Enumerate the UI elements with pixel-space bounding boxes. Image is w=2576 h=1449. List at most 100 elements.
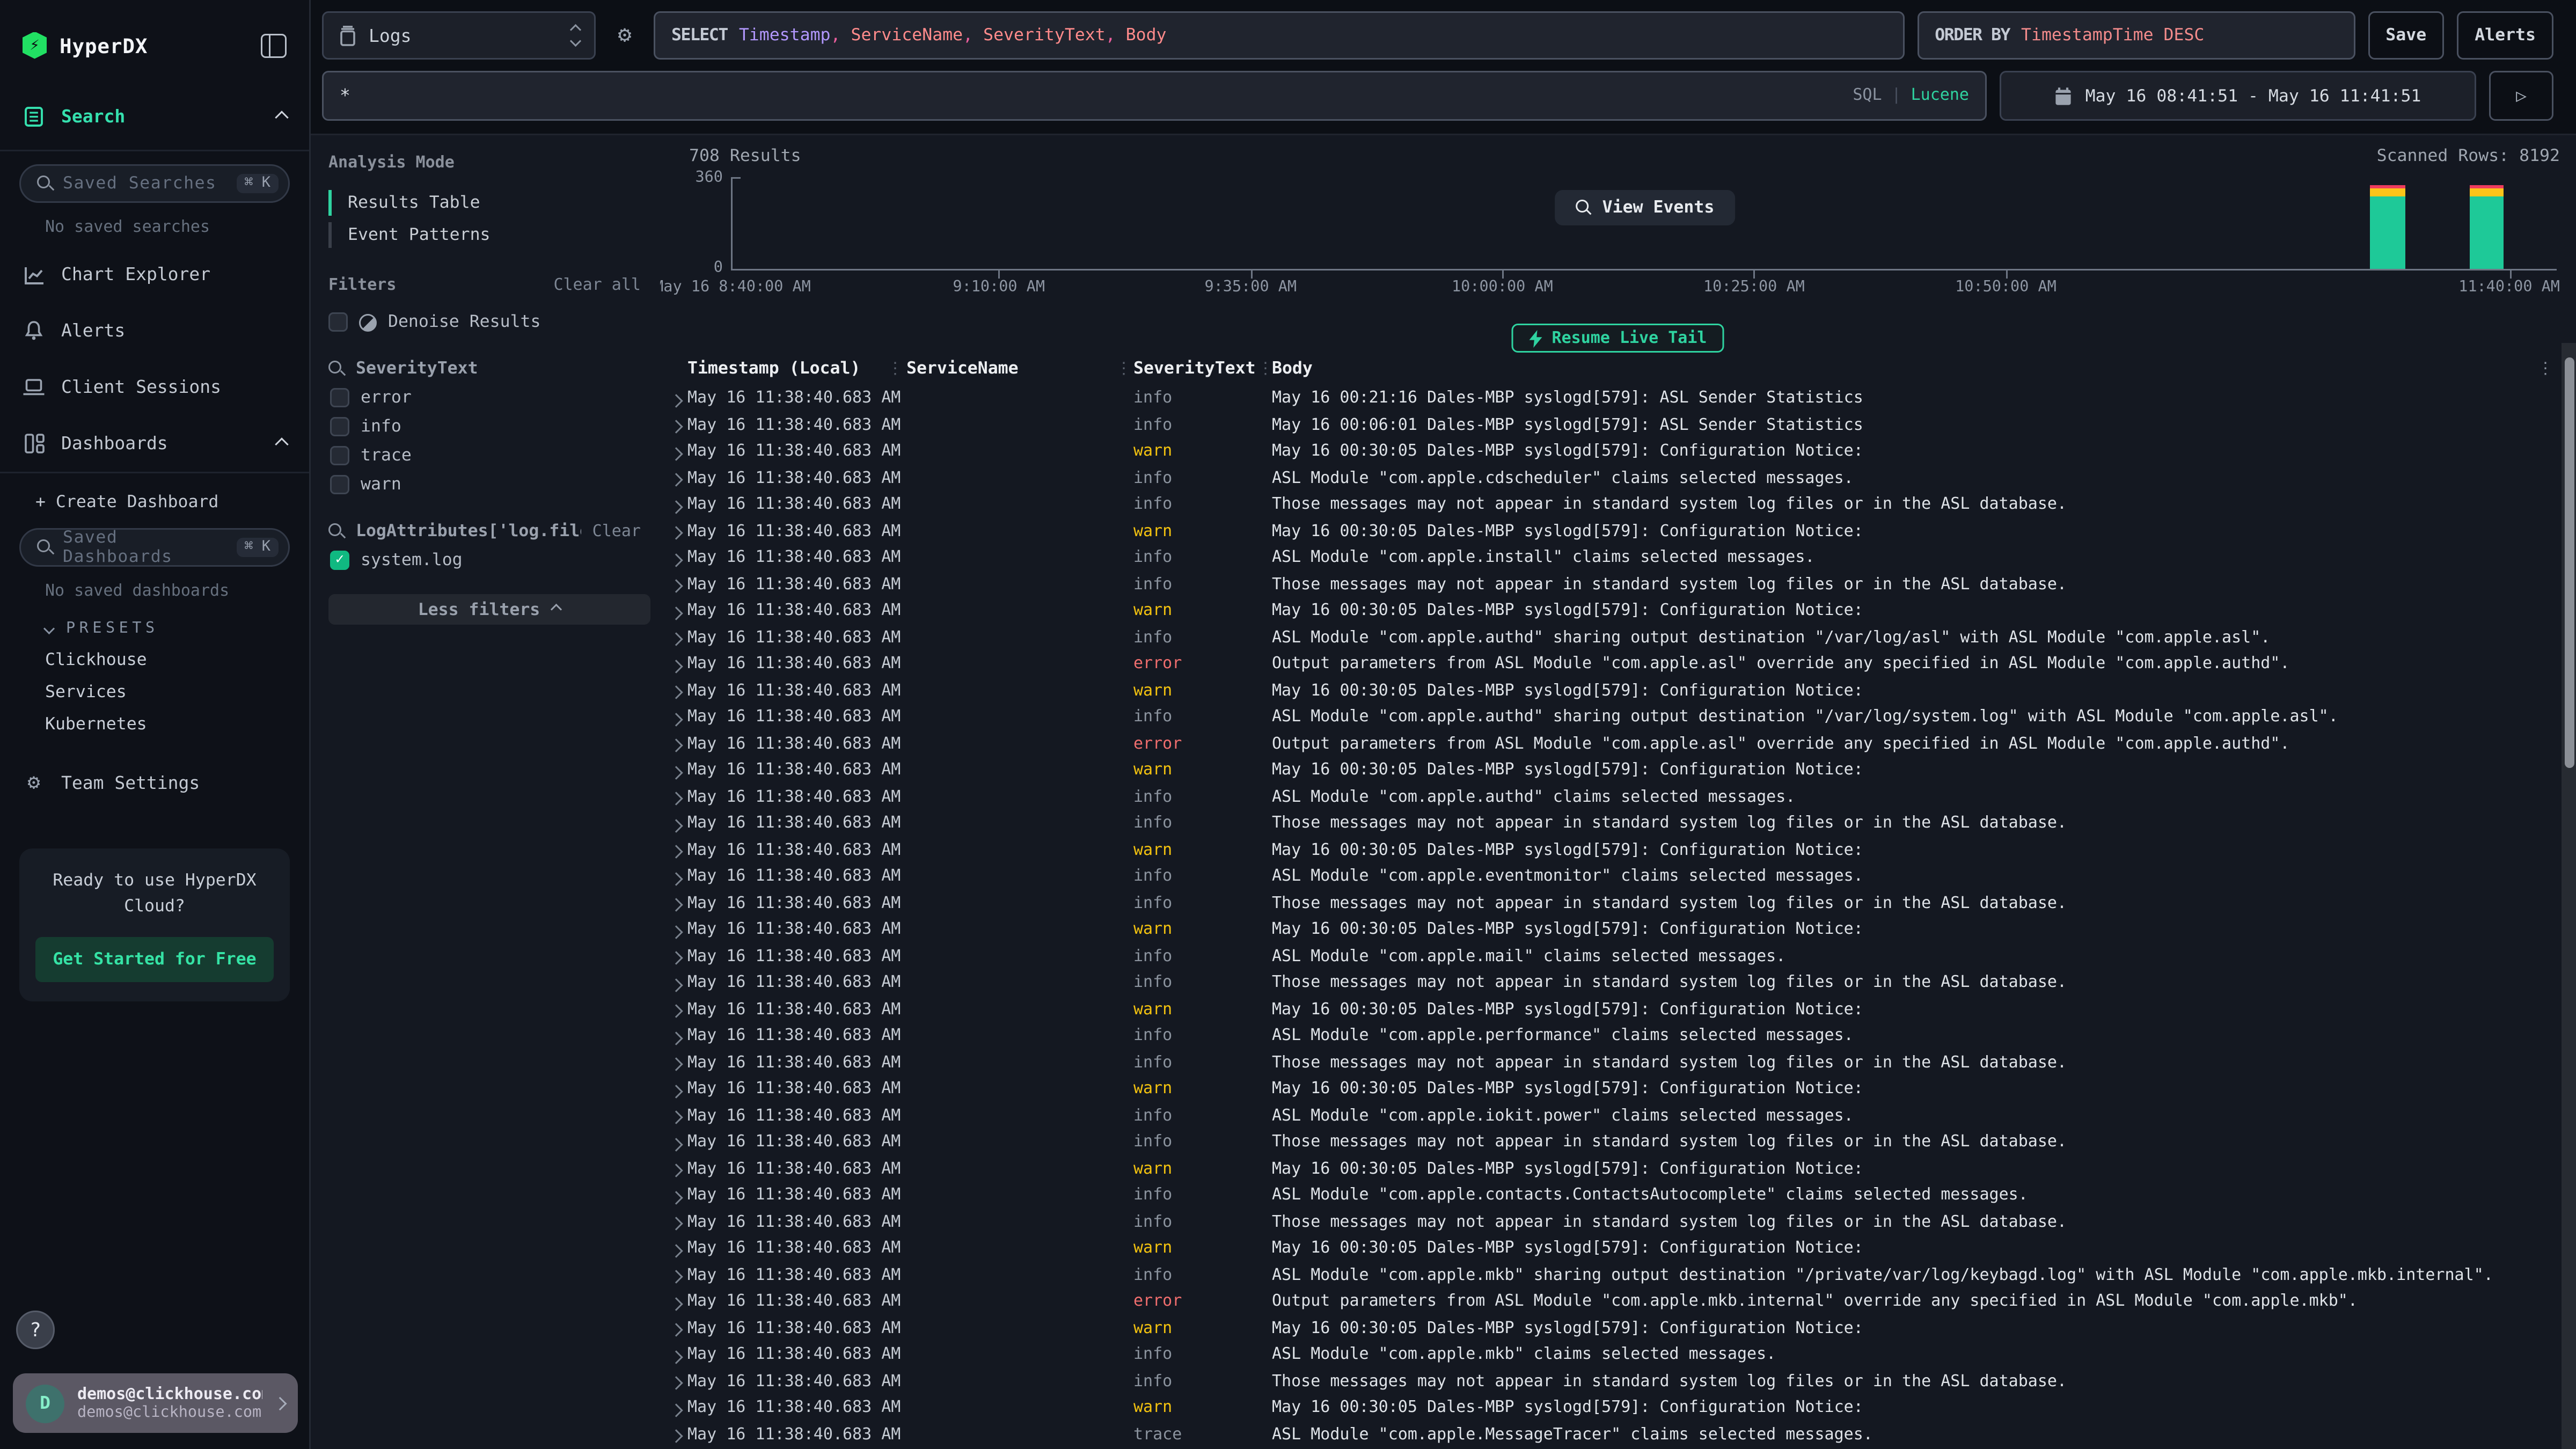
- table-row[interactable]: May 16 11:38:40.683 AM warn May 16 00:30…: [660, 519, 2562, 546]
- table-row[interactable]: May 16 11:38:40.683 AM info May 16 00:21…: [660, 386, 2562, 413]
- alerts-button[interactable]: Alerts: [2457, 11, 2553, 60]
- table-row[interactable]: May 16 11:38:40.683 AM info ASL Module "…: [660, 705, 2562, 732]
- denoise-toggle[interactable]: Denoise Results: [328, 312, 660, 332]
- table-row[interactable]: May 16 11:38:40.683 AM info Those messag…: [660, 971, 2562, 998]
- row-expand-chevron[interactable]: [669, 1190, 683, 1204]
- row-expand-chevron[interactable]: [669, 1403, 683, 1416]
- row-expand-chevron[interactable]: [669, 632, 683, 646]
- table-row[interactable]: May 16 11:38:40.683 AM warn May 16 00:30…: [660, 1396, 2562, 1423]
- select-clause-input[interactable]: SELECT Timestamp, ServiceName, SeverityT…: [654, 11, 1904, 60]
- table-row[interactable]: May 16 11:38:40.683 AM info Those messag…: [660, 1210, 2562, 1237]
- preset-dashboard-item[interactable]: Services: [0, 676, 309, 708]
- table-options-icon[interactable]: ⋮: [2537, 361, 2553, 378]
- help-button[interactable]: ?: [16, 1311, 55, 1349]
- table-row[interactable]: May 16 11:38:40.683 AM warn May 16 00:30…: [660, 599, 2562, 626]
- row-expand-chevron[interactable]: [669, 1270, 683, 1283]
- row-expand-chevron[interactable]: [669, 420, 683, 433]
- resume-live-tail-button[interactable]: Resume Live Tail: [1512, 324, 1725, 353]
- create-dashboard-button[interactable]: + Create Dashboard: [0, 480, 309, 522]
- filter-checkbox[interactable]: ✓: [330, 551, 349, 570]
- row-expand-chevron[interactable]: [669, 712, 683, 726]
- row-expand-chevron[interactable]: [669, 845, 683, 858]
- presets-header[interactable]: PRESETS: [0, 604, 309, 644]
- row-expand-chevron[interactable]: [669, 500, 683, 513]
- row-expand-chevron[interactable]: [669, 1429, 683, 1443]
- run-query-button[interactable]: ▷: [2489, 71, 2553, 121]
- row-expand-chevron[interactable]: [669, 1031, 683, 1044]
- sidebar-item-team-settings[interactable]: ⚙ Team Settings: [0, 760, 309, 807]
- lang-toggle-sql[interactable]: SQL: [1853, 87, 1882, 105]
- saved-dashboards-input[interactable]: Saved Dashboards ⌘ K: [19, 528, 290, 567]
- filter-checkbox[interactable]: [330, 446, 349, 465]
- column-drag-handle-icon[interactable]: ⋮: [887, 361, 903, 378]
- table-row[interactable]: May 16 11:38:40.683 AM info ASL Module "…: [660, 865, 2562, 891]
- filter-option[interactable]: error: [328, 388, 660, 407]
- table-row[interactable]: May 16 11:38:40.683 AM info ASL Module "…: [660, 1263, 2562, 1290]
- row-expand-chevron[interactable]: [669, 925, 683, 938]
- row-expand-chevron[interactable]: [669, 792, 683, 805]
- row-expand-chevron[interactable]: [669, 1297, 683, 1310]
- row-expand-chevron[interactable]: [669, 685, 683, 699]
- lang-toggle-lucene[interactable]: Lucene: [1911, 87, 1969, 105]
- less-filters-button[interactable]: Less filters: [328, 594, 650, 625]
- sidebar-item-alerts[interactable]: Alerts: [0, 309, 309, 353]
- column-header-servicename[interactable]: ServiceName: [906, 359, 1019, 378]
- row-expand-chevron[interactable]: [669, 393, 683, 407]
- filter-option[interactable]: warn: [328, 475, 660, 494]
- row-expand-chevron[interactable]: [669, 1137, 683, 1151]
- histogram-bar[interactable]: [2370, 177, 2405, 269]
- table-row[interactable]: May 16 11:38:40.683 AM error Output para…: [660, 732, 2562, 759]
- filter-option[interactable]: info: [328, 417, 660, 436]
- analysis-mode-option[interactable]: Results Table: [328, 187, 660, 219]
- row-expand-chevron[interactable]: [669, 1163, 683, 1177]
- table-row[interactable]: May 16 11:38:40.683 AM trace ASL Module …: [660, 1423, 2562, 1449]
- row-expand-chevron[interactable]: [669, 1350, 683, 1363]
- table-row[interactable]: May 16 11:38:40.683 AM info ASL Module "…: [660, 1104, 2562, 1131]
- filter-checkbox[interactable]: [330, 475, 349, 494]
- table-row[interactable]: May 16 11:38:40.683 AM warn May 16 00:30…: [660, 1316, 2562, 1343]
- table-row[interactable]: May 16 11:38:40.683 AM info Those messag…: [660, 891, 2562, 918]
- table-row[interactable]: May 16 11:38:40.683 AM info Those messag…: [660, 493, 2562, 519]
- column-header-severitytext[interactable]: SeverityText: [1133, 359, 1256, 378]
- get-started-button[interactable]: Get Started for Free: [35, 936, 274, 982]
- table-row[interactable]: May 16 11:38:40.683 AM warn May 16 00:30…: [660, 758, 2562, 785]
- histogram-plot[interactable]: 360 0 May 16 8:40:00 AM9:10:00 AM9:35:00…: [731, 177, 2557, 270]
- clear-group-button[interactable]: Clear: [592, 523, 641, 540]
- filter-option[interactable]: ✓ system.log: [328, 551, 660, 570]
- source-settings-gear-icon[interactable]: ⚙: [609, 11, 641, 60]
- scrollbar-thumb[interactable]: [2564, 357, 2574, 768]
- row-expand-chevron[interactable]: [669, 579, 683, 592]
- table-row[interactable]: May 16 11:38:40.683 AM warn May 16 00:30…: [660, 1157, 2562, 1184]
- analysis-mode-option[interactable]: Event Patterns: [328, 219, 660, 251]
- table-row[interactable]: May 16 11:38:40.683 AM info Those messag…: [660, 1051, 2562, 1078]
- preset-dashboard-item[interactable]: Clickhouse: [0, 644, 309, 676]
- table-row[interactable]: May 16 11:38:40.683 AM warn May 16 00:30…: [660, 1236, 2562, 1263]
- table-row[interactable]: May 16 11:38:40.683 AM info Those messag…: [660, 573, 2562, 599]
- row-expand-chevron[interactable]: [669, 1243, 683, 1257]
- row-expand-chevron[interactable]: [669, 1057, 683, 1071]
- row-expand-chevron[interactable]: [669, 1110, 683, 1124]
- filter-checkbox[interactable]: [330, 388, 349, 407]
- table-row[interactable]: May 16 11:38:40.683 AM info Those messag…: [660, 1370, 2562, 1396]
- table-scrollbar[interactable]: [2562, 343, 2576, 1449]
- filter-option[interactable]: trace: [328, 446, 660, 465]
- table-row[interactable]: May 16 11:38:40.683 AM warn May 16 00:30…: [660, 440, 2562, 466]
- sidebar-item-dashboards[interactable]: Dashboards: [0, 422, 309, 465]
- row-expand-chevron[interactable]: [669, 978, 683, 991]
- table-row[interactable]: May 16 11:38:40.683 AM warn May 16 00:30…: [660, 918, 2562, 945]
- row-expand-chevron[interactable]: [669, 1376, 683, 1389]
- row-expand-chevron[interactable]: [669, 473, 683, 486]
- preset-dashboard-item[interactable]: Kubernetes: [0, 708, 309, 741]
- column-drag-handle-icon[interactable]: ⋮: [1257, 361, 1274, 378]
- table-row[interactable]: May 16 11:38:40.683 AM info ASL Module "…: [660, 1024, 2562, 1051]
- table-row[interactable]: May 16 11:38:40.683 AM info ASL Module "…: [660, 546, 2562, 573]
- row-expand-chevron[interactable]: [669, 738, 683, 752]
- row-expand-chevron[interactable]: [669, 765, 683, 779]
- table-row[interactable]: May 16 11:38:40.683 AM error Output para…: [660, 1290, 2562, 1316]
- table-row[interactable]: May 16 11:38:40.683 AM info Those messag…: [660, 1130, 2562, 1157]
- saved-searches-input[interactable]: Saved Searches ⌘ K: [19, 164, 290, 203]
- row-expand-chevron[interactable]: [669, 526, 683, 539]
- table-row[interactable]: May 16 11:38:40.683 AM error Output para…: [660, 652, 2562, 679]
- column-header-timestamp[interactable]: Timestamp (Local): [687, 359, 860, 378]
- table-row[interactable]: May 16 11:38:40.683 AM info ASL Module "…: [660, 626, 2562, 653]
